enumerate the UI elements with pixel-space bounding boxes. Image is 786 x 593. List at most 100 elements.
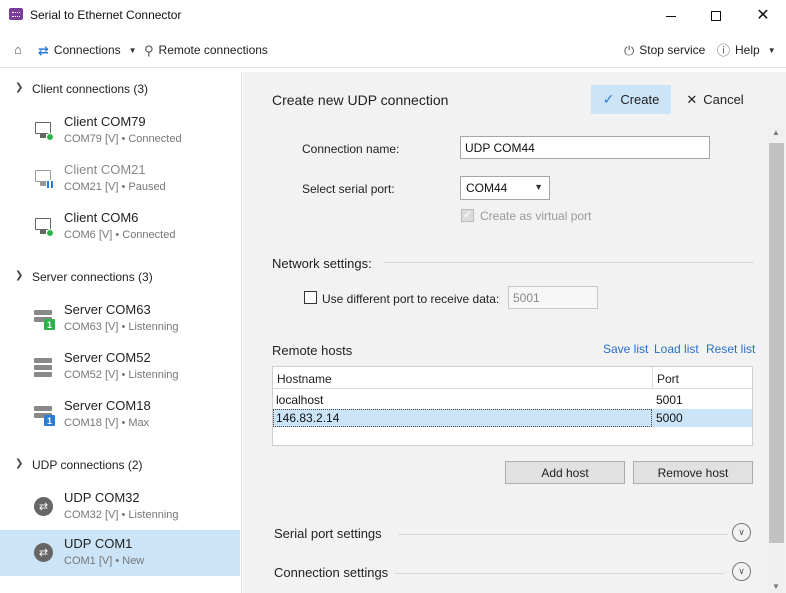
serial-port-select[interactable]: COM44 ▼ [460,176,550,200]
chevron-down-icon: ▼ [767,45,776,55]
group-header-client[interactable]: ❯ Client connections (3) [0,78,242,100]
connection-name: UDP COM32 [64,490,140,505]
expand-chevron-icon[interactable]: ∨ [732,523,751,542]
udp-globe-icon: ⇄ [34,497,54,517]
sidebar-item-client-com79[interactable]: Client COM79 COM79 [V] • Connected [0,108,240,154]
server-icon [34,357,54,377]
serial-port-label: Select serial port: [302,182,395,196]
port-cell: 5000 [656,411,683,425]
sidebar-item-udp-com32[interactable]: ⇄ UDP COM32 COM32 [V] • Listenning [0,484,240,530]
close-icon: ✕ [686,91,698,107]
sidebar-item-server-com63[interactable]: 1 Server COM63 COM63 [V] • Listenning [0,296,240,342]
expand-chevron-icon[interactable]: ∨ [732,562,751,581]
connection-name-field[interactable] [460,136,710,159]
connection-status: COM32 [V] • Listenning [64,509,179,521]
connection-status: COM1 [V] • New [64,555,145,567]
connection-name: Server COM52 [64,350,151,365]
hostname-cell: 146.83.2.14 [276,411,340,425]
connection-name: Server COM63 [64,302,151,317]
chevron-down-icon: ❯ [15,270,24,281]
save-list-link[interactable]: Save list [603,342,648,356]
connections-menu[interactable]: ⇄ Connections ▼ [38,43,137,57]
sidebar-item-client-com21[interactable]: Client COM21 COM21 [V] • Paused [0,156,240,202]
connection-status: COM63 [V] • Listenning [64,321,179,333]
scroll-down-icon[interactable]: ▼ [772,582,780,591]
scroll-up-icon[interactable]: ▲ [772,128,780,137]
table-row[interactable]: localhost 5001 [273,391,752,409]
connection-name: UDP COM1 [64,536,133,551]
home-icon: ⌂ [14,42,22,57]
connection-status: COM6 [V] • Connected [64,229,176,241]
chevron-down-icon: ▼ [128,45,137,55]
help-menu[interactable]: ⓘ Help ▼ [717,43,776,57]
chevron-down-icon: ▼ [534,182,543,192]
column-header-hostname[interactable]: Hostname [273,367,653,389]
cancel-button[interactable]: ✕ Cancel [683,85,747,114]
group-header-udp[interactable]: ❯ UDP connections (2) [0,454,242,476]
vertical-scrollbar[interactable]: ▲ ▼ [768,128,785,593]
check-icon: ✓ [602,91,615,107]
sidebar-item-server-com18[interactable]: 1 Server COM18 COM18 [V] • Max [0,392,240,438]
window-title: Serial to Ethernet Connector [30,8,182,22]
connection-status: COM18 [V] • Max [64,417,150,429]
section-title: Serial port settings [274,526,382,541]
server-icon: 1 [34,405,55,426]
different-port-label: Use different port to receive data: [322,292,500,306]
column-header-port[interactable]: Port [653,367,752,389]
serial-port-value: COM44 [466,181,508,195]
page-title: Create new UDP connection [272,92,449,108]
divider [394,573,724,574]
connection-settings-section[interactable]: Connection settings ∨ [274,561,754,585]
create-button-label: Create [620,92,660,107]
toolbar: ⌂ ⇄ Connections ▼ ⚲ Remote connections ⏻… [0,34,786,68]
sidebar-item-udp-com1[interactable]: ⇄ UDP COM1 COM1 [V] • New [0,530,240,576]
search-icon: ⚲ [144,42,154,58]
app-logo-icon [9,8,23,20]
stop-service-label: Stop service [639,43,706,57]
scrollbar-thumb[interactable] [769,143,784,543]
connection-name: Client COM21 [64,162,146,177]
group-header-server[interactable]: ❯ Server connections (3) [0,266,242,288]
sidebar-item-client-com6[interactable]: Client COM6 COM6 [V] • Connected [0,204,240,250]
add-host-button[interactable]: Add host [505,461,625,484]
remove-host-button[interactable]: Remove host [633,461,753,484]
maximize-icon [711,11,721,21]
remote-connections-label: Remote connections [158,43,268,57]
group-title: Client connections (3) [32,82,149,96]
receive-port-field[interactable] [508,286,598,309]
maximize-button[interactable] [693,0,739,32]
divider [398,534,728,535]
title-bar: Serial to Ethernet Connector ✕ [0,0,786,32]
sidebar-item-server-com52[interactable]: Server COM52 COM52 [V] • Listenning [0,344,240,390]
remote-hosts-table[interactable]: Hostname Port localhost 5001 146.83.2.14… [272,366,753,446]
remote-connections-button[interactable]: ⚲ Remote connections [144,43,268,57]
stop-service-button[interactable]: ⏻ Stop service [624,43,705,57]
minimize-icon [666,15,676,17]
connection-name-label: Connection name: [302,142,400,156]
server-icon: 1 [34,309,55,330]
load-list-link[interactable]: Load list [654,342,699,356]
reset-list-link[interactable]: Reset list [706,342,755,356]
minimize-button[interactable] [648,0,694,32]
virtual-port-checkbox[interactable] [461,208,474,222]
group-title: UDP connections (2) [32,458,143,472]
serial-port-settings-section[interactable]: Serial port settings ∨ [274,522,754,546]
client-computer-icon [34,121,54,141]
create-button[interactable]: ✓ Create [591,85,671,114]
home-button[interactable]: ⌂ [14,43,22,56]
client-computer-paused-icon [34,169,54,189]
main-panel: Create new UDP connection ✓ Create ✕ Can… [243,72,786,593]
remote-hosts-title: Remote hosts [272,343,353,358]
connection-status: COM52 [V] • Listenning [64,369,179,381]
close-button[interactable]: ✕ [740,0,786,32]
connection-name: Client COM79 [64,114,146,129]
connection-status: COM21 [V] • Paused [64,181,166,193]
connections-arrows-icon: ⇄ [38,42,49,58]
group-title: Server connections (3) [32,270,153,284]
different-port-checkbox[interactable] [304,291,317,304]
chevron-down-icon: ❯ [15,458,24,469]
table-row[interactable]: 146.83.2.14 5000 [273,409,752,427]
power-icon: ⏻ [624,42,635,58]
chevron-down-icon: ❯ [15,82,24,93]
close-icon: ✕ [756,7,770,24]
